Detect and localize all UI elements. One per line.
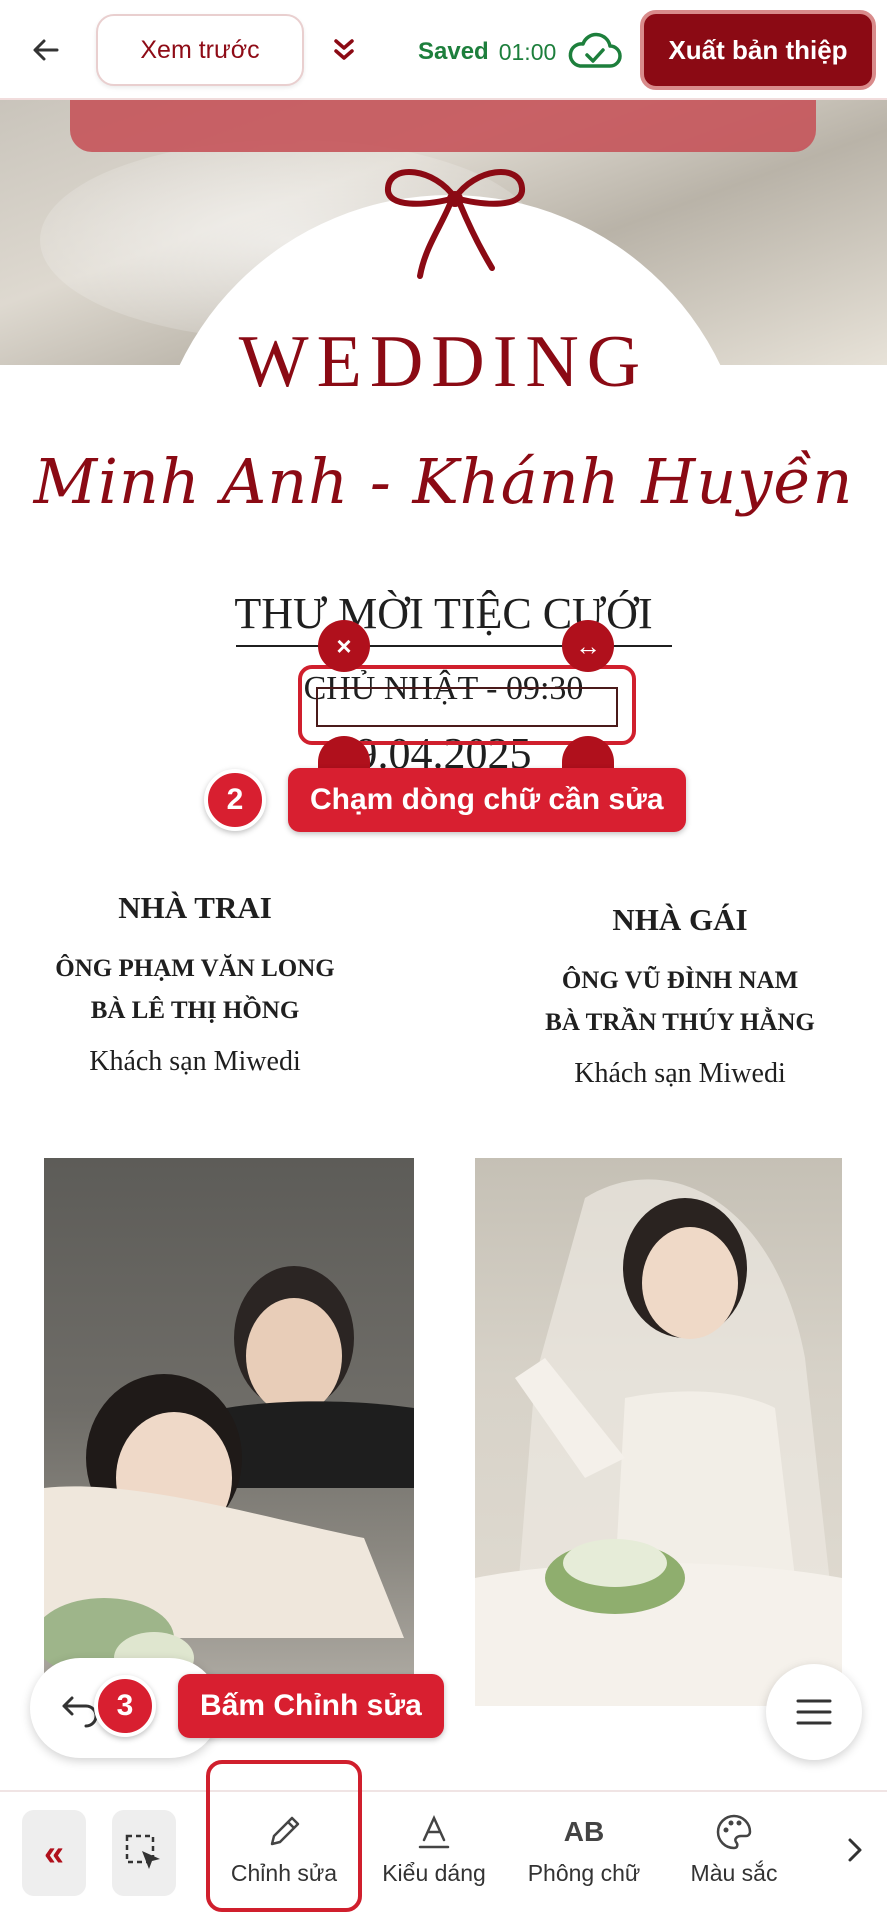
invite-title[interactable]: THƯ MỜI TIỆC CƯỚI bbox=[0, 588, 887, 639]
chevrons-down-icon bbox=[334, 39, 354, 60]
invitation-canvas: WEDDING Minh Anh - Khánh Huyền THƯ MỜI T… bbox=[0, 100, 887, 1790]
bride-family[interactable]: NHÀ GÁI ÔNG VŨ ĐÌNH NAM BÀ TRẦN THÚY HẰN… bbox=[530, 902, 830, 1090]
resize-icon: ↔ bbox=[575, 630, 601, 661]
style-tool-label: Kiểu dáng bbox=[382, 1860, 486, 1886]
groom-venue: Khách sạn Miwedi bbox=[89, 1046, 301, 1077]
bride-family-heading: NHÀ GÁI bbox=[612, 902, 748, 937]
couple-names[interactable]: Minh Anh - Khánh Huyền bbox=[0, 445, 887, 518]
selection-box[interactable] bbox=[316, 687, 618, 727]
save-status: Saved 01:00 bbox=[418, 32, 623, 72]
font-tool-button[interactable]: AB Phông chữ bbox=[514, 1812, 654, 1908]
export-button[interactable]: Xuất bản thiệp bbox=[640, 10, 876, 90]
collapse-toolbar-button[interactable]: « bbox=[22, 1810, 86, 1896]
couple-photo-figure bbox=[44, 1266, 414, 1684]
select-cursor-icon bbox=[125, 1834, 160, 1869]
groom-family[interactable]: NHÀ TRAI ÔNG PHẠM VĂN LONG BÀ LÊ THỊ HỒN… bbox=[40, 890, 350, 1078]
saved-time: 01:00 bbox=[498, 38, 557, 65]
select-tool-button[interactable] bbox=[112, 1810, 176, 1896]
edit-tool-highlight bbox=[206, 1760, 362, 1912]
groom-mother: BÀ LÊ THỊ HỒNG bbox=[90, 997, 300, 1024]
toolbar-next-button[interactable] bbox=[840, 1830, 870, 1870]
groom-family-heading: NHÀ TRAI bbox=[118, 890, 272, 925]
expand-button[interactable] bbox=[322, 28, 366, 72]
tip-step-2: 2 Chạm dòng chữ cần sửa bbox=[204, 768, 686, 832]
arrow-left-icon bbox=[33, 39, 59, 61]
close-icon: × bbox=[336, 630, 352, 661]
color-tool-label: Màu sắc bbox=[690, 1860, 778, 1886]
menu-icon bbox=[796, 1699, 832, 1725]
menu-button[interactable] bbox=[766, 1664, 862, 1760]
font-tool-label: Phông chữ bbox=[527, 1860, 641, 1886]
bride-mother: BÀ TRẦN THÚY HẰNG bbox=[545, 1009, 815, 1036]
chevron-right-icon bbox=[848, 1838, 862, 1862]
wedding-title[interactable]: WEDDING bbox=[0, 320, 887, 405]
delete-handle[interactable]: × bbox=[318, 620, 370, 672]
text-style-icon bbox=[418, 1814, 450, 1849]
couple-photo[interactable] bbox=[44, 1158, 414, 1718]
resize-handle[interactable]: ↔ bbox=[562, 620, 614, 672]
tip-step-3-number: 3 bbox=[94, 1675, 156, 1737]
tip-step-2-number: 2 bbox=[204, 769, 266, 831]
bottom-toolbar: « Chỉnh sửa Kiểu dáng AB Phông chữ Màu s… bbox=[0, 1790, 887, 1920]
tip-step-3: 3 Bấm Chỉnh sửa bbox=[94, 1674, 444, 1738]
groom-father: ÔNG PHẠM VĂN LONG bbox=[55, 955, 335, 982]
color-tool-button[interactable]: Màu sắc bbox=[664, 1812, 804, 1908]
bride-photo[interactable] bbox=[475, 1158, 842, 1706]
top-bar: Xem trước Saved 01:00 Xuất bản thiệp bbox=[0, 0, 887, 100]
preview-button[interactable]: Xem trước bbox=[96, 14, 304, 86]
bow-icon bbox=[385, 169, 525, 279]
top-ribbon-band bbox=[70, 100, 816, 152]
style-tool-button[interactable]: Kiểu dáng bbox=[364, 1812, 504, 1908]
tip-step-2-label: Chạm dòng chữ cần sửa bbox=[288, 768, 686, 832]
bride-father: ÔNG VŨ ĐÌNH NAM bbox=[561, 967, 799, 994]
double-chevron-left-icon: « bbox=[43, 1832, 65, 1873]
bride-venue: Khách sạn Miwedi bbox=[574, 1058, 786, 1089]
cloud-check-icon bbox=[568, 32, 623, 68]
tip-step-3-label: Bấm Chỉnh sửa bbox=[178, 1674, 444, 1738]
back-button[interactable] bbox=[24, 28, 68, 72]
palette-icon bbox=[716, 1814, 752, 1850]
bride-photo-figure bbox=[475, 1179, 842, 1706]
saved-label: Saved bbox=[418, 38, 489, 65]
font-icon: AB bbox=[563, 1816, 605, 1847]
